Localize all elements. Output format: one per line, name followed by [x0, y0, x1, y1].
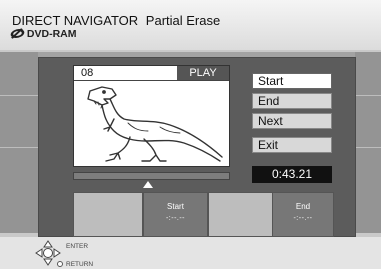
- disc-type: DVD-RAM: [9, 28, 77, 40]
- start-point-info: Start -:--.--: [143, 192, 208, 237]
- divider: [0, 147, 38, 148]
- title-number: 08: [81, 67, 94, 79]
- dinosaur-image: [87, 86, 223, 162]
- video-preview: 08 PLAY: [73, 65, 230, 167]
- divider: [0, 95, 38, 96]
- end-thumbnail: [208, 192, 278, 237]
- time-display: 0:43.21: [252, 166, 332, 183]
- header: DIRECT NAVIGATOR Partial Erase DVD-RAM: [0, 0, 381, 50]
- action-title: Partial Erase: [145, 13, 221, 28]
- start-point-label: Start: [167, 202, 184, 211]
- preview-header: 08 PLAY: [74, 66, 229, 81]
- disc-icon: [9, 29, 26, 38]
- enter-label: ENTER: [66, 243, 89, 250]
- end-point-time: -:--.--: [293, 215, 313, 222]
- return-label: RETURN: [66, 261, 94, 268]
- start-point-time: -:--.--: [165, 215, 186, 222]
- position-cursor-icon[interactable]: [143, 181, 153, 188]
- side-strip-left: [0, 52, 38, 233]
- screen: DIRECT NAVIGATOR Partial Erase DVD-RAM 0…: [0, 0, 381, 269]
- end-point-info: End -:--.--: [272, 192, 334, 237]
- end-point-label: End: [295, 202, 311, 211]
- exit-button[interactable]: Exit: [252, 137, 332, 153]
- start-button[interactable]: Start: [252, 73, 332, 89]
- divider: [355, 147, 381, 148]
- progress-bar[interactable]: [73, 172, 230, 180]
- return-button-icon: [57, 261, 63, 267]
- disc-type-label: DVD-RAM: [26, 28, 77, 40]
- page-title: DIRECT NAVIGATOR Partial Erase: [12, 13, 220, 28]
- end-button[interactable]: End: [252, 93, 332, 109]
- side-strip-right: [355, 52, 381, 233]
- play-status-badge: PLAY: [177, 66, 229, 80]
- divider: [355, 95, 381, 96]
- start-thumbnail: [73, 192, 143, 237]
- title-text: DIRECT NAVIGATOR: [12, 13, 139, 28]
- next-button[interactable]: Next: [252, 113, 332, 129]
